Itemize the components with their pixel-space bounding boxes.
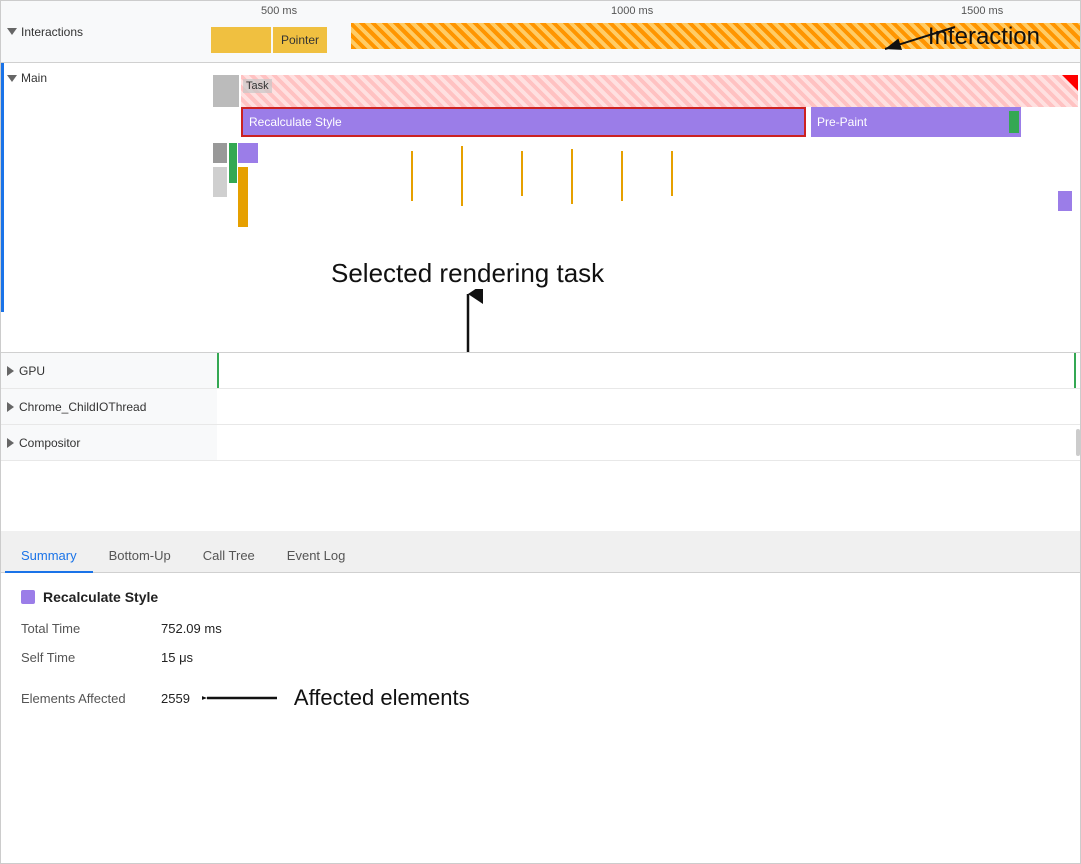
prepaint-bar[interactable]: Pre-Paint — [811, 107, 1021, 137]
main-row: Main Task Recalculate Style Pre-Paint — [1, 63, 1080, 353]
tab-event-log[interactable]: Event Log — [271, 540, 362, 573]
tick-4 — [571, 149, 573, 204]
tick-1 — [411, 151, 413, 201]
self-time-row: Self Time 15 μs — [21, 650, 1060, 665]
self-time-label: Self Time — [21, 650, 161, 665]
small-gray-1 — [213, 143, 227, 163]
affected-elements-text: Affected elements — [294, 685, 470, 711]
tick-2 — [461, 146, 463, 206]
task-gray-block — [213, 75, 239, 107]
gpu-label: GPU — [19, 364, 45, 378]
task-label: Task — [243, 79, 272, 93]
tab-summary[interactable]: Summary — [5, 540, 93, 573]
small-purple-2 — [1058, 191, 1072, 211]
elements-value: 2559 — [161, 691, 190, 706]
total-time-row: Total Time 752.09 ms — [21, 621, 1060, 636]
small-gray-2 — [213, 167, 227, 197]
gpu-green-line-right — [1074, 353, 1076, 388]
compositor-scrollbar — [1076, 429, 1080, 456]
tick-3 — [521, 151, 523, 196]
chrome-section: Chrome_ChildIOThread — [1, 389, 1080, 425]
compositor-label-area: Compositor — [7, 436, 217, 450]
interactions-section-title: Interactions — [21, 25, 83, 39]
interactions-row: Interactions 500 ms 1000 ms 1500 ms Poin… — [1, 1, 1080, 63]
total-time-value: 752.09 ms — [161, 621, 222, 636]
gpu-row: GPU — [1, 353, 1080, 389]
interactions-label: Interactions — [1, 25, 211, 39]
interaction-track: Pointer — [211, 23, 1080, 57]
time-marker-1000: 1000 ms — [611, 5, 653, 17]
compositor-section: Compositor — [1, 425, 1080, 461]
chrome-track — [217, 389, 1080, 424]
tab-call-tree[interactable]: Call Tree — [187, 540, 271, 573]
interaction-arrow — [855, 19, 975, 82]
elements-annotation-row: 2559 Affected elements — [161, 683, 470, 713]
recalc-style-bar[interactable]: Recalculate Style — [241, 107, 806, 137]
gpu-section: GPU — [1, 353, 1080, 389]
small-blocks-area — [211, 141, 1080, 261]
main-title: Main — [7, 71, 205, 85]
compositor-row: Compositor — [1, 425, 1080, 461]
chrome-expand-icon[interactable] — [7, 402, 14, 412]
chrome-row: Chrome_ChildIOThread — [1, 389, 1080, 425]
small-orange-1 — [238, 167, 248, 227]
elements-label: Elements Affected — [21, 691, 161, 706]
gpu-green-line-left — [217, 353, 219, 388]
gpu-expand-icon[interactable] — [7, 366, 14, 376]
gpu-track — [217, 353, 1080, 388]
affected-arrow-icon — [202, 683, 282, 713]
compositor-label: Compositor — [19, 436, 80, 450]
tick-6 — [671, 151, 673, 196]
chrome-label: Chrome_ChildIOThread — [19, 400, 146, 414]
main-collapse-icon[interactable] — [7, 75, 17, 82]
tab-bottom-up[interactable]: Bottom-Up — [93, 540, 187, 573]
elements-affected-row: Elements Affected 2559 Affected elements — [21, 679, 1060, 713]
summary-title-row: Recalculate Style — [21, 589, 1060, 605]
purple-square-icon — [21, 590, 35, 604]
recalc-style-label: Recalculate Style — [249, 115, 342, 129]
selected-task-arrow — [448, 289, 488, 353]
summary-title-text: Recalculate Style — [43, 589, 158, 605]
time-marker-1500: 1500 ms — [961, 5, 1003, 17]
main-label-area: Main — [1, 63, 211, 352]
selected-task-text: Selected rendering task — [331, 258, 604, 289]
main-section-title: Main — [21, 71, 47, 85]
chrome-label-area: Chrome_ChildIOThread — [7, 400, 217, 414]
interactions-collapse-icon[interactable] — [7, 28, 17, 35]
tick-5 — [621, 151, 623, 201]
self-time-value: 15 μs — [161, 650, 193, 665]
prepaint-label: Pre-Paint — [817, 115, 867, 129]
time-markers: 500 ms 1000 ms 1500 ms — [211, 1, 1080, 21]
time-marker-500: 500 ms — [261, 5, 297, 17]
gpu-label-area: GPU — [7, 364, 217, 378]
summary-panel: Recalculate Style Total Time 752.09 ms S… — [1, 573, 1080, 743]
interactions-timeline: 500 ms 1000 ms 1500 ms Pointer — [211, 1, 1080, 62]
compositor-track — [217, 425, 1080, 460]
prepaint-green-block — [1009, 111, 1019, 133]
compositor-expand-icon[interactable] — [7, 438, 14, 448]
pointer-label: Pointer — [273, 27, 327, 53]
total-time-label: Total Time — [21, 621, 161, 636]
selected-task-annotation: Selected rendering task — [331, 258, 604, 353]
small-green-1 — [229, 143, 237, 183]
tabs-bar: Summary Bottom-Up Call Tree Event Log — [1, 531, 1080, 573]
small-purple-1 — [238, 143, 258, 163]
pointer-yellow-block — [211, 27, 271, 53]
